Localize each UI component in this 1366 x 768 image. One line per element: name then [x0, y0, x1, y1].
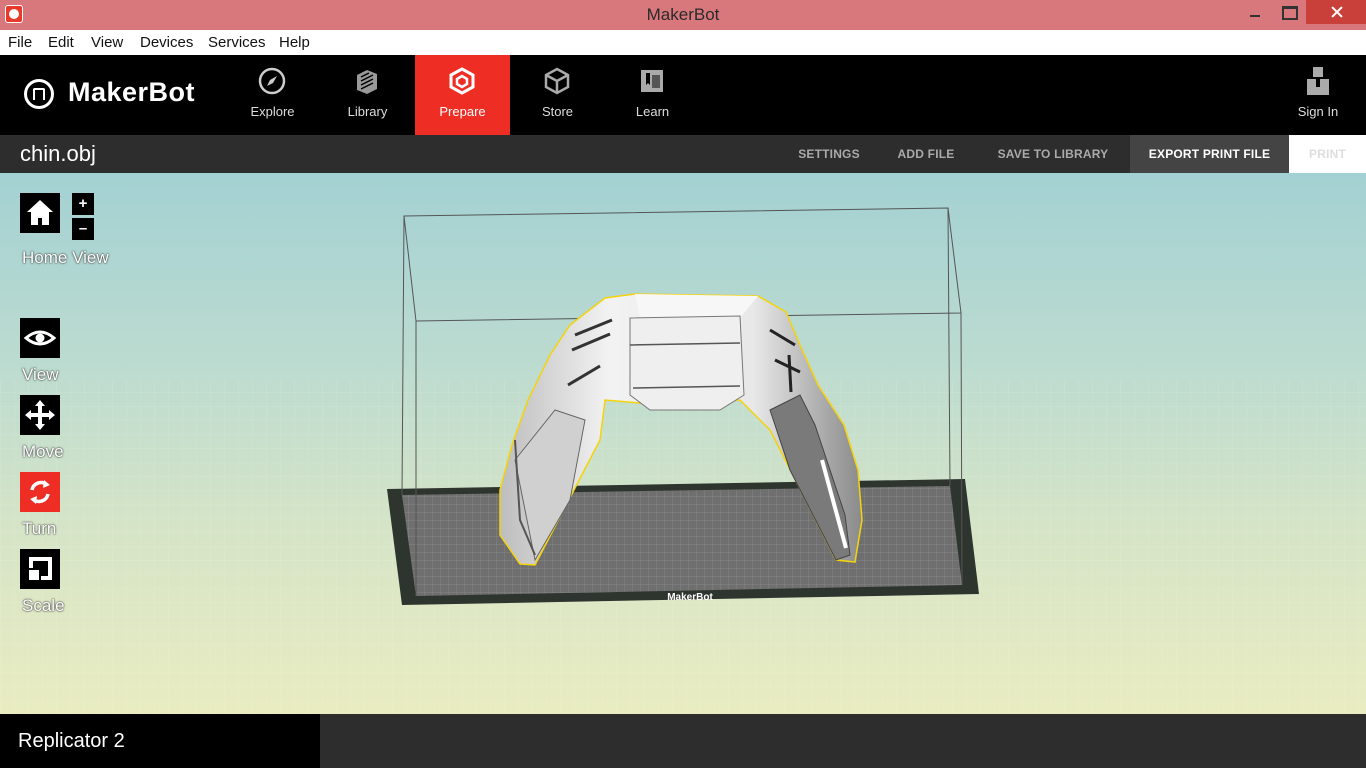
3d-viewport[interactable]: MakerBot + – Home View View Move Turn Sc…: [0, 173, 1366, 714]
scale-tool-button[interactable]: [20, 549, 60, 589]
home-icon: [27, 200, 53, 225]
tab-learn-label: Learn: [635, 104, 670, 119]
menu-file[interactable]: File: [8, 34, 32, 51]
printer-selector[interactable]: Replicator 2: [0, 714, 320, 768]
tab-explore-label: Explore: [250, 104, 295, 119]
window-title: MakerBot: [646, 5, 720, 24]
view-tool-label: View: [22, 365, 59, 384]
rotate-icon: [30, 480, 50, 504]
file-bar: chin.obj SETTINGS ADD FILE SAVE TO LIBRA…: [0, 135, 1366, 173]
build-plate-logo-text: MakerBot: [667, 592, 713, 603]
file-name: chin.obj: [20, 141, 96, 166]
tab-store[interactable]: Store: [510, 55, 605, 135]
tab-library-label: Library: [347, 104, 388, 119]
home-view-label: Home View: [22, 248, 109, 267]
zoom-out-button[interactable]: –: [72, 218, 94, 240]
move-tool-label: Move: [22, 442, 64, 461]
prepare-cube-icon: [449, 67, 475, 95]
user-icon: [1307, 67, 1329, 95]
tab-library[interactable]: Library: [320, 55, 415, 135]
box-icon: [544, 67, 570, 95]
add-file-button[interactable]: ADD FILE: [884, 135, 968, 173]
turn-tool-label: Turn: [22, 519, 57, 538]
main-nav: MakerBot Explore Library Prepare Store L…: [0, 55, 1366, 135]
tab-store-label: Store: [541, 104, 574, 119]
brand-logo-text: MakerBot: [68, 77, 196, 107]
eye-icon: [23, 330, 57, 346]
menu-help[interactable]: Help: [279, 34, 310, 51]
menu-bar: File Edit View Devices Services Help: [0, 30, 1366, 55]
tab-learn[interactable]: Learn: [605, 55, 700, 135]
settings-button[interactable]: SETTINGS: [784, 135, 874, 173]
maximize-button[interactable]: [1274, 0, 1304, 24]
menu-devices[interactable]: Devices: [140, 34, 193, 51]
menu-view[interactable]: View: [91, 34, 123, 51]
turn-tool-button[interactable]: [20, 472, 60, 512]
sign-in-label: Sign In: [1297, 104, 1339, 119]
zoom-in-button[interactable]: +: [72, 193, 94, 215]
scale-tool-label: Scale: [22, 596, 65, 615]
bottom-bar: Replicator 2: [0, 714, 1366, 768]
scale-icon: [29, 557, 52, 580]
sign-in-button[interactable]: Sign In: [1284, 55, 1352, 135]
title-bar: MakerBot: [0, 0, 1366, 30]
book-icon: [641, 70, 663, 92]
move-tool-button[interactable]: [20, 395, 60, 435]
save-to-library-button[interactable]: SAVE TO LIBRARY: [978, 135, 1128, 173]
menu-services[interactable]: Services: [208, 34, 266, 51]
export-print-file-button[interactable]: EXPORT PRINT FILE: [1130, 135, 1289, 173]
minimize-button[interactable]: [1240, 0, 1270, 24]
compass-icon: [258, 67, 286, 95]
view-tool-button[interactable]: [20, 318, 60, 358]
menu-edit[interactable]: Edit: [48, 34, 74, 51]
move-arrows-icon: [25, 400, 55, 430]
print-button[interactable]: PRINT: [1289, 135, 1366, 173]
printer-name: Replicator 2: [18, 730, 125, 752]
home-view-button[interactable]: [20, 193, 60, 233]
close-button[interactable]: [1306, 0, 1366, 24]
tab-prepare[interactable]: Prepare: [415, 55, 510, 135]
tab-explore[interactable]: Explore: [225, 55, 320, 135]
scene-canvas: MakerBot: [0, 207, 1366, 714]
tab-prepare-label: Prepare: [439, 104, 486, 119]
makerbot-logo-icon: [24, 79, 54, 109]
build-plate: MakerBot: [387, 479, 979, 605]
library-stack-icon: [357, 70, 377, 94]
